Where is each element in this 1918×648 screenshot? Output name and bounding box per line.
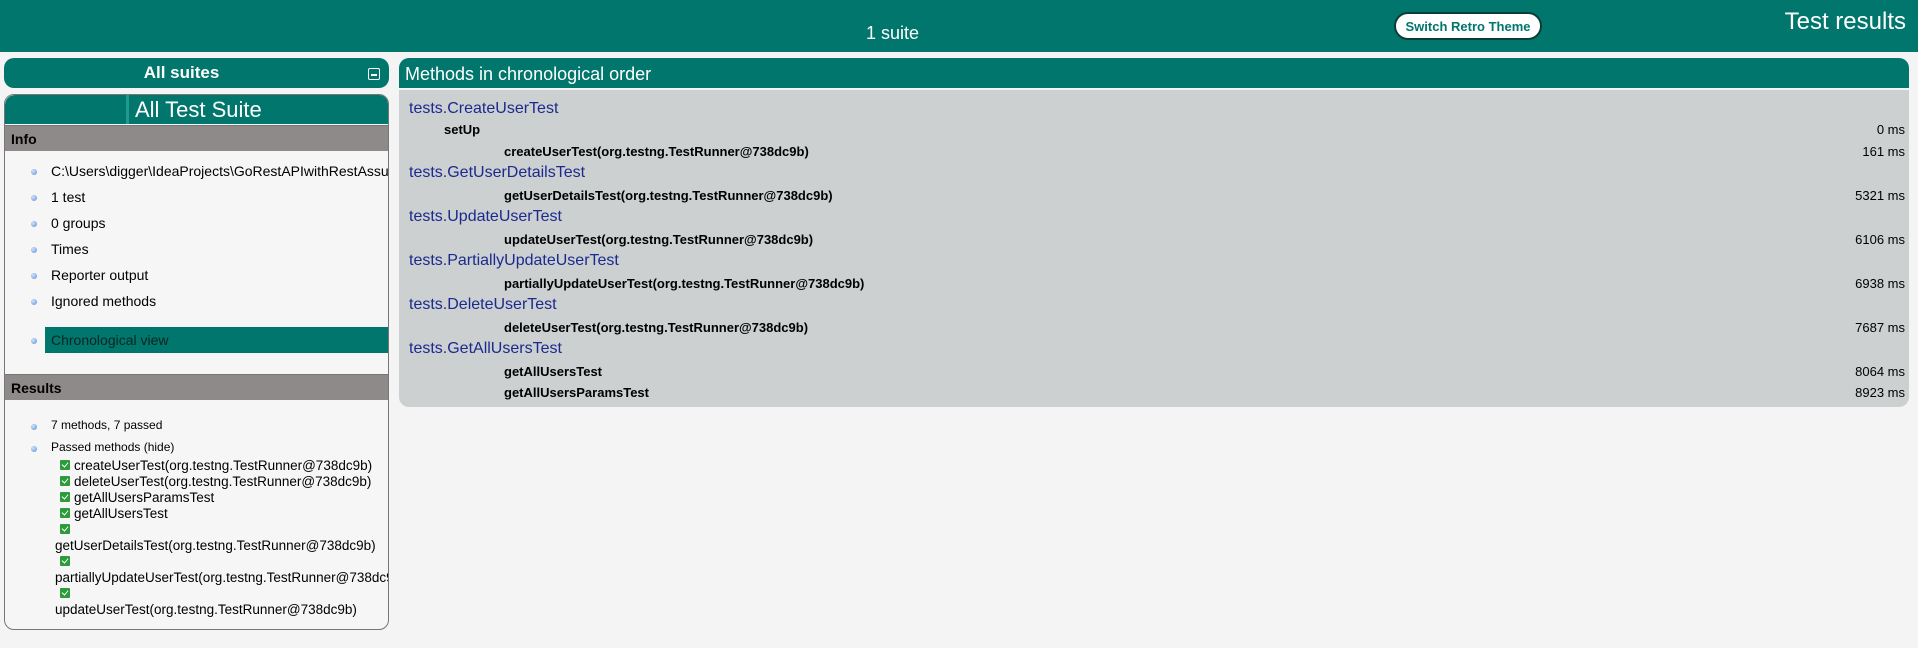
passed-method[interactable]: partiallyUpdateUserTest(org.testng.TestR… bbox=[55, 554, 388, 586]
collapse-icon[interactable] bbox=[368, 68, 380, 80]
bullet-icon bbox=[31, 338, 37, 344]
method-time: 8064 ms bbox=[1855, 364, 1905, 379]
check-icon bbox=[60, 508, 70, 518]
info-item-chronological-view[interactable]: Chronological view bbox=[5, 327, 388, 353]
method-name: setUp bbox=[444, 122, 481, 137]
passed-method[interactable]: getAllUsersTest bbox=[60, 506, 388, 522]
passed-method[interactable]: getAllUsersParamsTest bbox=[60, 490, 388, 506]
info-item-label: Reporter output bbox=[51, 267, 149, 283]
bullet-icon bbox=[31, 221, 37, 227]
check-icon bbox=[60, 460, 70, 470]
page-title: Test results bbox=[1784, 8, 1906, 35]
info-item-label: 0 groups bbox=[51, 215, 106, 231]
passed-method[interactable]: updateUserTest(org.testng.TestRunner@738… bbox=[55, 586, 388, 618]
class-link[interactable]: tests.PartiallyUpdateUserTest bbox=[409, 252, 619, 270]
bullet-icon bbox=[31, 195, 37, 201]
all-suites-header[interactable]: All suites bbox=[4, 58, 389, 88]
class-link[interactable]: tests.GetAllUsersTest bbox=[409, 340, 562, 358]
passed-method[interactable]: createUserTest(org.testng.TestRunner@738… bbox=[60, 458, 388, 474]
info-section-label: Info bbox=[11, 131, 37, 147]
passed-method-label: createUserTest(org.testng.TestRunner@738… bbox=[74, 458, 373, 473]
method-name: partiallyUpdateUserTest(org.testng.TestR… bbox=[504, 276, 865, 291]
class-link[interactable]: tests.DeleteUserTest bbox=[409, 296, 557, 314]
method-name: deleteUserTest(org.testng.TestRunner@738… bbox=[504, 320, 809, 335]
method-row: getAllUsersTest 8064 ms bbox=[399, 362, 1909, 380]
switch-theme-button[interactable]: Switch Retro Theme bbox=[1394, 12, 1542, 40]
method-time: 6106 ms bbox=[1855, 232, 1905, 247]
class-link[interactable]: tests.UpdateUserTest bbox=[409, 208, 562, 226]
suite-name: All Test Suite bbox=[135, 97, 262, 122]
info-item-label: C:\Users\digger\IdeaProjects\GoRestAPIwi… bbox=[51, 163, 389, 179]
class-link[interactable]: tests.CreateUserTest bbox=[409, 100, 558, 118]
passed-method-label: deleteUserTest(org.testng.TestRunner@738… bbox=[74, 474, 372, 489]
results-section-header: Results bbox=[5, 374, 388, 400]
bullet-icon bbox=[31, 169, 37, 175]
content-title: Methods in chronological order bbox=[405, 64, 652, 84]
check-icon bbox=[60, 588, 70, 598]
results-summary-label: 7 methods, 7 passed bbox=[51, 418, 163, 432]
method-time: 6938 ms bbox=[1855, 276, 1905, 291]
passed-method[interactable]: getUserDetailsTest(org.testng.TestRunner… bbox=[55, 522, 388, 554]
passed-method-label: partiallyUpdateUserTest(org.testng.TestR… bbox=[55, 570, 389, 585]
passed-method-label: getUserDetailsTest(org.testng.TestRunner… bbox=[55, 538, 376, 553]
suite-header-accent bbox=[126, 95, 129, 124]
method-name: getAllUsersTest bbox=[504, 364, 603, 379]
passed-methods-list: createUserTest(org.testng.TestRunner@738… bbox=[55, 458, 388, 618]
method-row: partiallyUpdateUserTest(org.testng.TestR… bbox=[399, 274, 1909, 292]
method-time: 0 ms bbox=[1876, 122, 1905, 137]
method-time: 8923 ms bbox=[1855, 385, 1905, 400]
bullet-icon bbox=[31, 247, 37, 253]
method-row: getUserDetailsTest(org.testng.TestRunner… bbox=[399, 186, 1909, 204]
info-item-label: Ignored methods bbox=[51, 293, 157, 309]
passed-method-label: getAllUsersParamsTest bbox=[74, 490, 215, 505]
chronological-methods-panel: tests.CreateUserTest setUp 0 ms createUs… bbox=[399, 90, 1909, 407]
info-item-label: 1 test bbox=[51, 189, 86, 205]
method-time: 161 ms bbox=[1862, 144, 1905, 159]
passed-method-label: updateUserTest(org.testng.TestRunner@738… bbox=[55, 602, 357, 617]
content-header: Methods in chronological order bbox=[399, 58, 1909, 88]
check-icon bbox=[60, 556, 70, 566]
all-suites-label: All suites bbox=[143, 63, 220, 82]
method-time: 7687 ms bbox=[1855, 320, 1905, 335]
check-icon bbox=[60, 492, 70, 502]
passed-method[interactable]: deleteUserTest(org.testng.TestRunner@738… bbox=[60, 474, 388, 490]
method-name: getUserDetailsTest(org.testng.TestRunner… bbox=[504, 188, 833, 203]
method-name: createUserTest(org.testng.TestRunner@738… bbox=[504, 144, 809, 159]
method-row: getAllUsersParamsTest 8923 ms bbox=[399, 383, 1909, 401]
bullet-icon bbox=[31, 273, 37, 279]
passed-method-label: getAllUsersTest bbox=[74, 506, 168, 521]
bullet-icon bbox=[31, 446, 37, 452]
check-icon bbox=[60, 476, 70, 486]
info-section-header: Info bbox=[5, 125, 388, 151]
bullet-icon bbox=[31, 299, 37, 305]
check-icon bbox=[60, 524, 70, 534]
info-item-times[interactable]: Times bbox=[5, 236, 388, 262]
method-name: updateUserTest(org.testng.TestRunner@738… bbox=[504, 232, 814, 247]
info-item-label: Times bbox=[51, 241, 89, 257]
suite-header: All Test Suite bbox=[5, 95, 388, 124]
info-item-tests[interactable]: 1 test bbox=[5, 184, 388, 210]
info-item-ignored-methods[interactable]: Ignored methods bbox=[5, 288, 388, 314]
method-row: createUserTest(org.testng.TestRunner@738… bbox=[399, 142, 1909, 160]
method-name: getAllUsersParamsTest bbox=[504, 385, 649, 400]
info-item-groups[interactable]: 0 groups bbox=[5, 210, 388, 236]
info-item-path[interactable]: C:\Users\digger\IdeaProjects\GoRestAPIwi… bbox=[5, 158, 389, 184]
method-row: setUp 0 ms bbox=[399, 120, 1909, 138]
info-item-reporter-output[interactable]: Reporter output bbox=[5, 262, 388, 288]
results-section-label: Results bbox=[11, 380, 62, 396]
info-item-label: Chronological view bbox=[51, 332, 169, 348]
class-link[interactable]: tests.GetUserDetailsTest bbox=[409, 164, 585, 182]
method-row: updateUserTest(org.testng.TestRunner@738… bbox=[399, 230, 1909, 248]
suite-count: 1 suite bbox=[866, 23, 920, 43]
top-bar: 1 suite Switch Retro Theme Test results bbox=[0, 0, 1918, 52]
suite-navigator: All Test Suite Info C:\Users\digger\Idea… bbox=[4, 94, 389, 630]
method-row: deleteUserTest(org.testng.TestRunner@738… bbox=[399, 318, 1909, 336]
bullet-icon bbox=[31, 424, 37, 430]
method-time: 5321 ms bbox=[1855, 188, 1905, 203]
passed-methods-label: Passed methods (hide) bbox=[51, 440, 175, 454]
